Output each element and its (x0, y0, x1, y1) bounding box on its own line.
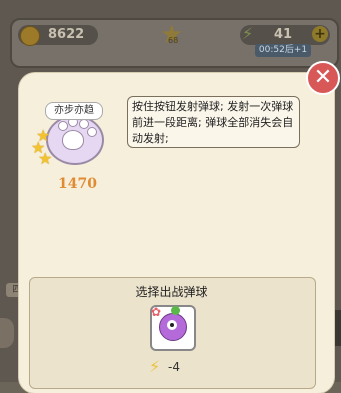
star-level: 68 (168, 36, 179, 45)
side-tab-left[interactable] (0, 318, 14, 348)
section-title: 选择出战弹球 (135, 285, 208, 299)
leaf-icon (171, 306, 180, 315)
paw-toe-icon (58, 121, 68, 131)
coin-count: 8622 (48, 27, 85, 42)
rank-star-icon: ★ (38, 149, 53, 168)
character-name: 亦步亦趋 (45, 102, 103, 120)
paw-icon (62, 130, 84, 150)
energy-cost: -4 (168, 360, 180, 374)
energy-count: 41 (274, 27, 293, 42)
skill-description: 按住按钮发射弹球; 发射一次弹球前进一段距离; 弹球全部消失会自动发射; (127, 96, 300, 148)
bolt-icon: ⚡ (242, 24, 254, 43)
character-score: 1470 (58, 176, 97, 192)
paw-toe-icon (87, 127, 97, 137)
close-button[interactable]: ✕ (306, 61, 340, 95)
star-icon[interactable]: ★ 68 (160, 22, 183, 48)
energy-timer: 00:52后+1 (255, 44, 311, 57)
add-energy-button[interactable]: + (312, 26, 328, 42)
pupil-icon (170, 323, 174, 327)
coin-icon (20, 26, 40, 46)
bow-icon: ✿ (151, 305, 162, 319)
bolt-icon: ⚡ (149, 357, 161, 376)
